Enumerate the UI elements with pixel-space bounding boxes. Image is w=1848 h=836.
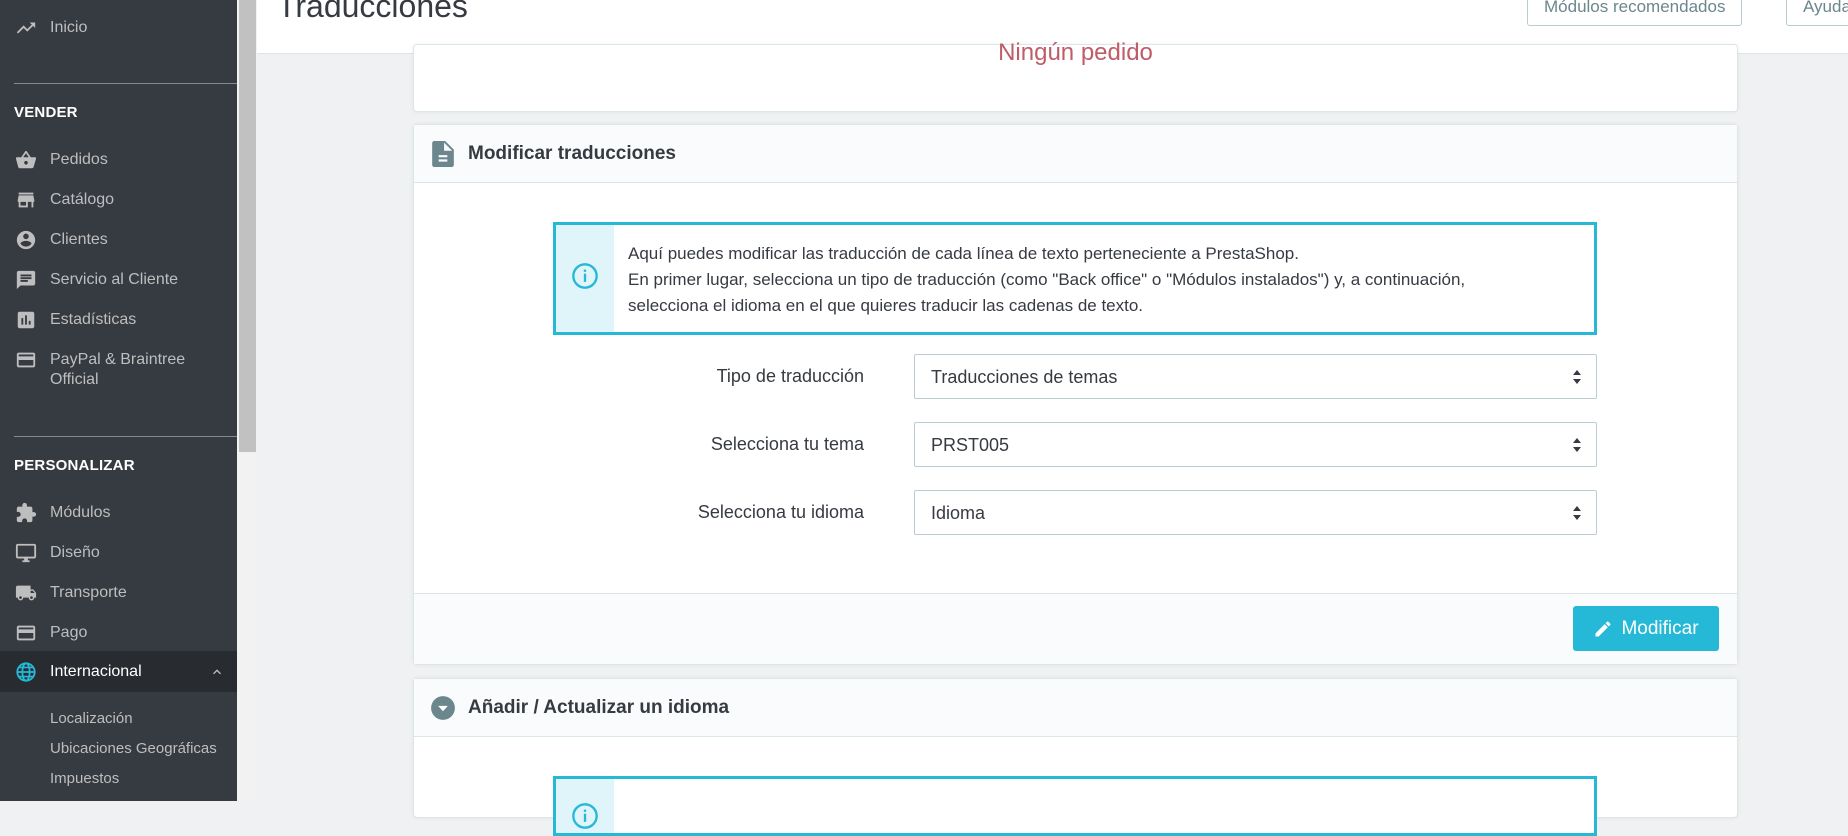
trending-up-icon xyxy=(14,16,38,40)
nav-item-label: Servicio al Cliente xyxy=(50,271,179,288)
nav-item-label: PayPal & Braintree xyxy=(50,351,186,368)
sub-item-localizacion[interactable]: Localización xyxy=(50,710,133,727)
divider xyxy=(14,83,237,84)
nav-item-label: Transporte xyxy=(50,584,127,601)
divider xyxy=(14,436,237,437)
select-value: Traducciones de temas xyxy=(931,367,1118,387)
select-arrows-icon xyxy=(1572,368,1582,386)
credit-card-icon xyxy=(14,348,38,372)
modify-button[interactable]: Modificar xyxy=(1573,606,1719,651)
shopping-basket-icon xyxy=(14,148,38,172)
nav-item-label: Clientes xyxy=(50,231,108,248)
panel-footer: Modificar xyxy=(414,593,1737,664)
select-arrows-icon xyxy=(1572,504,1582,522)
modify-button-label: Modificar xyxy=(1621,617,1699,639)
sub-item-ubicaciones[interactable]: Ubicaciones Geográficas xyxy=(50,740,217,757)
panel-header: Añadir / Actualizar un idioma xyxy=(414,679,1737,737)
nav-item-label: Internacional xyxy=(50,663,142,680)
language-select[interactable]: Idioma xyxy=(914,490,1597,535)
recommended-modules-button[interactable]: Módulos recomendados xyxy=(1527,0,1743,26)
chat-icon xyxy=(14,268,38,292)
nav-item-servicio-cliente[interactable]: Servicio al Cliente xyxy=(0,268,237,292)
store-icon xyxy=(14,188,38,212)
info-line: En primer lugar, selecciona un tipo de t… xyxy=(628,270,1466,289)
orders-panel: Ningún pedido xyxy=(413,39,1738,112)
theme-select[interactable]: PRST005 xyxy=(914,422,1597,467)
nav-item-label: Pago xyxy=(50,624,88,641)
nav-item-clientes[interactable]: Clientes xyxy=(0,228,237,252)
nav-item-inicio[interactable]: Inicio xyxy=(0,16,237,40)
section-title-personalizar: PERSONALIZAR xyxy=(14,457,135,474)
nav-item-transporte[interactable]: Transporte xyxy=(0,581,237,605)
nav-item-label: Estadísticas xyxy=(50,311,137,328)
nav-item-label: Diseño xyxy=(50,544,100,561)
help-button[interactable]: Ayuda xyxy=(1786,0,1848,26)
translation-type-select[interactable]: Traducciones de temas xyxy=(914,354,1597,399)
globe-icon xyxy=(14,660,38,684)
nav-item-diseno[interactable]: Diseño xyxy=(0,541,237,565)
account-circle-icon xyxy=(14,228,38,252)
pencil-icon xyxy=(1593,618,1615,640)
credit-card-icon xyxy=(14,621,38,645)
bar-chart-icon xyxy=(14,308,38,332)
puzzle-icon xyxy=(14,501,38,525)
document-icon xyxy=(430,141,456,167)
nav-item-pago[interactable]: Pago xyxy=(0,621,237,645)
nav-item-modulos[interactable]: Módulos xyxy=(0,501,237,525)
nav-item-label: Módulos xyxy=(50,504,111,521)
sub-item-impuestos[interactable]: Impuestos xyxy=(50,770,119,787)
add-language-panel: Añadir / Actualizar un idioma xyxy=(413,678,1738,836)
panel-title: Modificar traducciones xyxy=(468,143,676,164)
info-alert: Aquí puedes modificar las traducción de … xyxy=(553,222,1597,335)
nav-item-internacional[interactable]: Internacional xyxy=(0,651,237,692)
page-title: Traducciones xyxy=(277,0,468,24)
form-row-theme: Selecciona tu tema PRST005 xyxy=(414,422,1737,468)
nav-item-label: Inicio xyxy=(50,19,88,36)
nav-item-pedidos[interactable]: Pedidos xyxy=(0,148,237,172)
field-label: Selecciona tu tema xyxy=(710,434,864,454)
nav-item-paypal[interactable]: PayPal & Braintree Official xyxy=(0,348,237,392)
info-text: Aquí puedes modificar las traducción de … xyxy=(628,241,1465,319)
desktop-icon xyxy=(14,541,38,565)
panel-title: Añadir / Actualizar un idioma xyxy=(468,697,730,718)
sidebar: Inicio VENDER Pedidos Catálogo Clientes … xyxy=(0,0,237,801)
field-label: Selecciona tu idioma xyxy=(697,502,864,522)
chevron-down-circle-icon[interactable] xyxy=(430,695,456,721)
nav-item-label: Pedidos xyxy=(50,151,108,168)
no-orders-message: Ningún pedido xyxy=(998,39,1153,66)
form-row-language: Selecciona tu idioma Idioma xyxy=(414,490,1737,536)
select-value: Idioma xyxy=(931,503,986,523)
nav-item-label-line2: Official xyxy=(50,371,99,388)
select-arrows-icon xyxy=(1572,436,1582,454)
nav-item-catalogo[interactable]: Catálogo xyxy=(0,188,237,212)
select-value: PRST005 xyxy=(931,435,1010,455)
info-line: selecciona el idioma en el que quieres t… xyxy=(628,296,1144,315)
info-alert-side xyxy=(556,779,614,833)
info-icon xyxy=(571,262,599,295)
field-label: Tipo de traducción xyxy=(716,366,864,386)
info-line: Aquí puedes modificar las traducción de … xyxy=(628,244,1299,263)
form-row-translation-type: Tipo de traducción Traducciones de temas xyxy=(414,354,1737,400)
modify-translations-panel: Modificar traducciones Aquí puedes modif… xyxy=(413,124,1738,665)
info-icon xyxy=(571,802,599,835)
nav-item-label: Catálogo xyxy=(50,191,115,208)
truck-icon xyxy=(14,581,38,605)
section-title-vender: VENDER xyxy=(14,104,78,121)
info-alert xyxy=(553,776,1597,836)
nav-item-estadisticas[interactable]: Estadísticas xyxy=(0,308,237,332)
sidebar-scrollbar-thumb[interactable] xyxy=(239,0,256,452)
panel-header: Modificar traducciones xyxy=(414,125,1737,183)
chevron-up-icon[interactable] xyxy=(209,664,225,685)
info-alert-side xyxy=(556,225,614,332)
